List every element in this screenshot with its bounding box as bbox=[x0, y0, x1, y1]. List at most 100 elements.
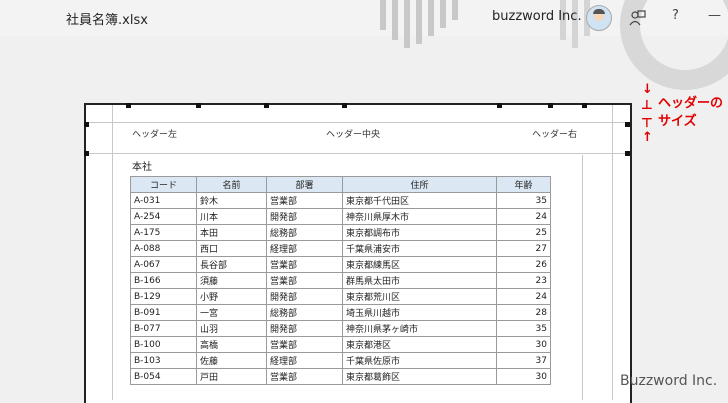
margin-handle[interactable] bbox=[582, 103, 587, 108]
cell-code[interactable]: A-088 bbox=[130, 240, 197, 257]
avatar[interactable] bbox=[586, 5, 612, 31]
account-name[interactable]: buzzword Inc. bbox=[492, 9, 582, 24]
margin-handle[interactable] bbox=[196, 103, 201, 108]
cell-name[interactable]: 一宮 bbox=[196, 304, 267, 321]
cell-code[interactable]: B-054 bbox=[130, 368, 197, 385]
cell-address[interactable]: 埼玉県川越市 bbox=[342, 304, 497, 321]
cell-name[interactable]: 川本 bbox=[196, 208, 267, 225]
cell-dept[interactable]: 開発部 bbox=[266, 208, 343, 225]
cell-address[interactable]: 東京都葛飾区 bbox=[342, 368, 497, 385]
cell-address[interactable]: 東京都荒川区 bbox=[342, 288, 497, 305]
cell-address[interactable]: 東京都港区 bbox=[342, 336, 497, 353]
cell-name[interactable]: 本田 bbox=[196, 224, 267, 241]
cell-age[interactable]: 28 bbox=[496, 304, 551, 321]
cell-dept[interactable]: 開発部 bbox=[266, 320, 343, 337]
margin-handle[interactable] bbox=[126, 103, 131, 108]
margin-handle[interactable] bbox=[497, 103, 502, 108]
header-margin-bottom-line[interactable] bbox=[86, 153, 630, 154]
table-row: A-031 鈴木 営業部 東京都千代田区 35 bbox=[130, 192, 551, 209]
cell-code[interactable]: A-254 bbox=[130, 208, 197, 225]
decorative-pattern bbox=[380, 0, 590, 48]
document-title: 社員名簿.xlsx bbox=[66, 13, 148, 28]
cell-name[interactable]: 須藤 bbox=[196, 272, 267, 289]
cell-age[interactable]: 30 bbox=[496, 368, 551, 385]
cell-name[interactable]: 西口 bbox=[196, 240, 267, 257]
person-feedback-icon[interactable] bbox=[628, 9, 646, 27]
cell-code[interactable]: B-091 bbox=[130, 304, 197, 321]
cell-age[interactable]: 37 bbox=[496, 352, 551, 369]
left-margin-line[interactable] bbox=[112, 105, 113, 400]
cell-code[interactable]: A-031 bbox=[130, 192, 197, 209]
cell-dept[interactable]: 営業部 bbox=[266, 336, 343, 353]
cell-dept[interactable]: 総務部 bbox=[266, 304, 343, 321]
cell-address[interactable]: 東京都練馬区 bbox=[342, 256, 497, 273]
table-row: B-166 須藤 営業部 群馬県太田市 23 bbox=[130, 272, 551, 289]
header-center[interactable]: ヘッダー中央 bbox=[326, 127, 380, 140]
margin-handle[interactable] bbox=[342, 103, 347, 108]
cell-name[interactable]: 鈴木 bbox=[196, 192, 267, 209]
table-row: B-091 一宮 総務部 埼玉県川越市 28 bbox=[130, 304, 551, 321]
cell-dept[interactable]: 経理部 bbox=[266, 352, 343, 369]
cell-dept[interactable]: 開発部 bbox=[266, 288, 343, 305]
cell-name[interactable]: 山羽 bbox=[196, 320, 267, 337]
cell-age[interactable]: 30 bbox=[496, 336, 551, 353]
bracket-icon: ⊤ bbox=[641, 116, 653, 131]
cell-dept[interactable]: 営業部 bbox=[266, 272, 343, 289]
minimize-icon[interactable]: — bbox=[708, 8, 721, 23]
column-header-code[interactable]: コード bbox=[130, 176, 197, 193]
cell-age[interactable]: 26 bbox=[496, 256, 551, 273]
margin-handle[interactable] bbox=[264, 103, 269, 108]
margin-handle[interactable] bbox=[548, 103, 553, 108]
cell-dept[interactable]: 営業部 bbox=[266, 192, 343, 209]
header-right[interactable]: ヘッダー右 bbox=[532, 127, 577, 140]
cell-address[interactable]: 神奈川県茅ヶ崎市 bbox=[342, 320, 497, 337]
column-header-dept[interactable]: 部署 bbox=[266, 176, 343, 193]
column-header-address[interactable]: 住所 bbox=[342, 176, 497, 193]
cell-address[interactable]: 東京都千代田区 bbox=[342, 192, 497, 209]
help-icon[interactable]: ? bbox=[672, 8, 679, 23]
cell-name[interactable]: 長谷部 bbox=[196, 256, 267, 273]
cell-name[interactable]: 高橋 bbox=[196, 336, 267, 353]
cell-address[interactable]: 千葉県佐原市 bbox=[342, 352, 497, 369]
cell-name[interactable]: 小野 bbox=[196, 288, 267, 305]
cell-code[interactable]: A-067 bbox=[130, 256, 197, 273]
margin-handle[interactable] bbox=[625, 122, 630, 127]
cell-age[interactable]: 35 bbox=[496, 192, 551, 209]
column-header-name[interactable]: 名前 bbox=[196, 176, 267, 193]
cell-age[interactable]: 25 bbox=[496, 224, 551, 241]
cell-name[interactable]: 戸田 bbox=[196, 368, 267, 385]
margin-handle[interactable] bbox=[625, 151, 630, 156]
cell-address[interactable]: 千葉県浦安市 bbox=[342, 240, 497, 257]
cell-dept[interactable]: 営業部 bbox=[266, 368, 343, 385]
cell-age[interactable]: 27 bbox=[496, 240, 551, 257]
header-left[interactable]: ヘッダー左 bbox=[132, 127, 177, 140]
cell-address[interactable]: 神奈川県厚木市 bbox=[342, 208, 497, 225]
margin-handle[interactable] bbox=[84, 122, 89, 127]
table-row: B-100 高橋 営業部 東京都港区 30 bbox=[130, 336, 551, 353]
cell-age[interactable]: 23 bbox=[496, 272, 551, 289]
header-margin-top-line[interactable] bbox=[86, 122, 630, 123]
cell-dept[interactable]: 経理部 bbox=[266, 240, 343, 257]
table-row: A-088 西口 経理部 千葉県浦安市 27 bbox=[130, 240, 551, 257]
cell-code[interactable]: A-175 bbox=[130, 224, 197, 241]
arrow-up-icon: ↑ bbox=[642, 130, 653, 145]
cell-dept[interactable]: 総務部 bbox=[266, 224, 343, 241]
cell-code[interactable]: B-100 bbox=[130, 336, 197, 353]
cell-address[interactable]: 群馬県太田市 bbox=[342, 272, 497, 289]
right-margin-line[interactable] bbox=[612, 105, 613, 400]
cell-code[interactable]: B-166 bbox=[130, 272, 197, 289]
cell-age[interactable]: 24 bbox=[496, 288, 551, 305]
cell-dept[interactable]: 営業部 bbox=[266, 256, 343, 273]
header-size-annotation: ヘッダーの サイズ bbox=[658, 95, 723, 131]
cell-address[interactable]: 東京都調布市 bbox=[342, 224, 497, 241]
cell-code[interactable]: B-103 bbox=[130, 352, 197, 369]
cell-age[interactable]: 24 bbox=[496, 208, 551, 225]
cell-name[interactable]: 佐藤 bbox=[196, 352, 267, 369]
cell-age[interactable]: 35 bbox=[496, 320, 551, 337]
cell-code[interactable]: B-077 bbox=[130, 320, 197, 337]
margin-handle[interactable] bbox=[84, 151, 89, 156]
annotation-line-2: サイズ bbox=[658, 114, 697, 129]
cell-code[interactable]: B-129 bbox=[130, 288, 197, 305]
avatar-hair bbox=[593, 9, 605, 14]
column-header-age[interactable]: 年齢 bbox=[496, 176, 551, 193]
